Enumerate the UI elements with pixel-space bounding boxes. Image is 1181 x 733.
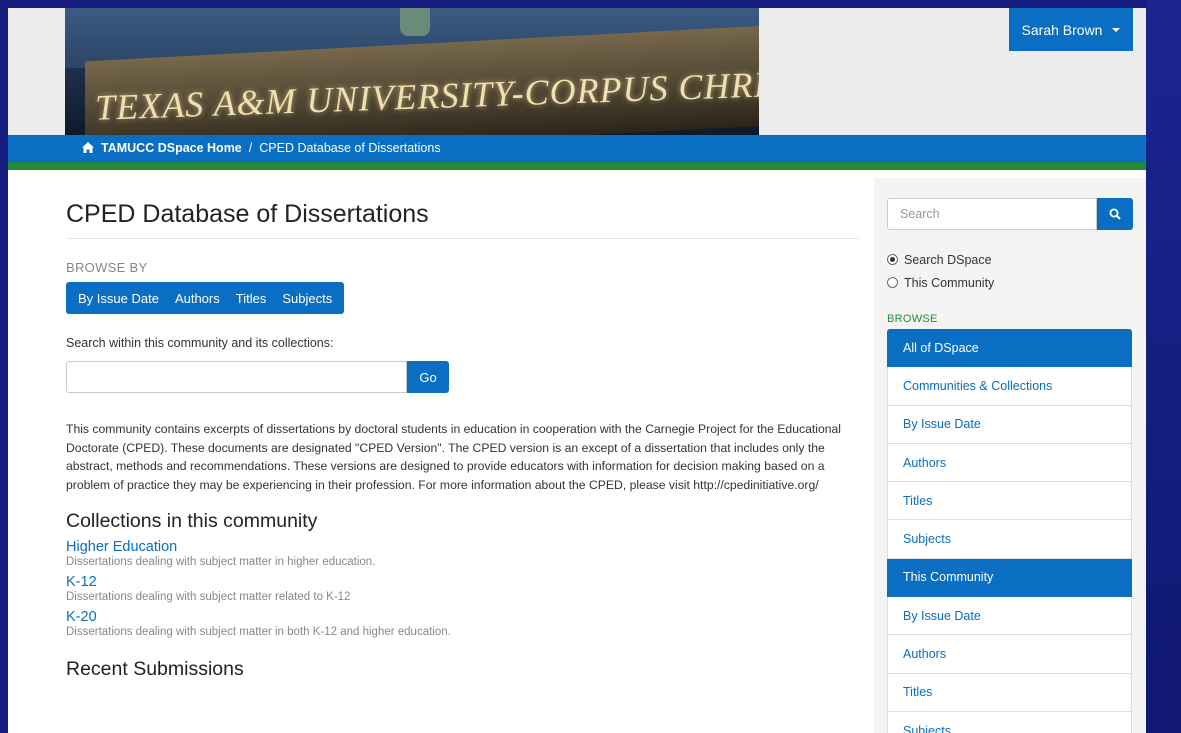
main-content: CPED Database of Dissertations BROWSE BY… bbox=[66, 178, 859, 681]
scope-option-this-community[interactable]: This Community bbox=[887, 271, 994, 294]
sidebar-item-community-by-issue-date[interactable]: By Issue Date bbox=[887, 597, 1132, 636]
sidebar-item-titles[interactable]: Titles bbox=[887, 482, 1132, 521]
collection-description: Dissertations dealing with subject matte… bbox=[66, 626, 451, 639]
sidebar-item-communities-collections[interactable]: Communities & Collections bbox=[887, 367, 1132, 406]
collection-description: Dissertations dealing with subject matte… bbox=[66, 556, 376, 569]
browse-subjects-button[interactable]: Subjects bbox=[274, 291, 344, 306]
user-menu-button[interactable]: Sarah Brown bbox=[1009, 8, 1133, 51]
sidebar-search: Search bbox=[887, 198, 1133, 230]
banner-statue bbox=[400, 8, 430, 36]
caret-down-icon bbox=[1112, 27, 1121, 32]
breadcrumb: TAMUCC DSpace Home / CPED Database of Di… bbox=[8, 135, 1146, 170]
user-name: Sarah Brown bbox=[1021, 21, 1103, 38]
community-search-input[interactable] bbox=[66, 361, 407, 393]
collection-item: K-20 Dissertations dealing with subject … bbox=[66, 609, 859, 638]
community-search-row: Go bbox=[66, 361, 859, 393]
browse-by-issue-date-button[interactable]: By Issue Date bbox=[66, 291, 167, 306]
sidebar-item-all-of-dspace[interactable]: All of DSpace bbox=[887, 329, 1132, 368]
collection-item: K-12 Dissertations dealing with subject … bbox=[66, 574, 859, 603]
breadcrumb-separator: / bbox=[248, 140, 253, 155]
sidebar-search-button[interactable] bbox=[1097, 198, 1133, 230]
breadcrumb-home-label: TAMUCC DSpace Home bbox=[101, 140, 242, 155]
collection-link-k-12[interactable]: K-12 bbox=[66, 574, 859, 590]
sidebar-search-input[interactable]: Search bbox=[887, 198, 1097, 230]
scope-option-search-dspace[interactable]: Search DSpace bbox=[887, 248, 994, 271]
browse-titles-button[interactable]: Titles bbox=[228, 291, 275, 306]
scope-option-label: This Community bbox=[904, 275, 995, 290]
search-scope-options: Search DSpace This Community bbox=[887, 248, 994, 294]
sidebar: Search Search DSpace This Community BROW… bbox=[874, 178, 1146, 733]
browse-by-label: BROWSE BY bbox=[66, 260, 148, 275]
browse-by-buttons: By Issue Date Authors Titles Subjects bbox=[66, 282, 345, 314]
sidebar-item-this-community[interactable]: This Community bbox=[887, 558, 1132, 598]
sidebar-browse-label: BROWSE bbox=[887, 313, 938, 325]
community-search-label: Search within this community and its col… bbox=[66, 336, 334, 350]
collection-link-higher-education[interactable]: Higher Education bbox=[66, 539, 859, 555]
breadcrumb-current: CPED Database of Dissertations bbox=[259, 140, 441, 155]
community-description: This community contains excerpts of diss… bbox=[66, 422, 842, 492]
collections-heading: Collections in this community bbox=[66, 510, 318, 533]
sidebar-item-community-titles[interactable]: Titles bbox=[887, 673, 1132, 712]
browser-page: TEXAS A&M UNIVERSITY-CORPUS CHRISTI Sara… bbox=[8, 8, 1146, 733]
breadcrumb-home[interactable]: TAMUCC DSpace Home bbox=[82, 141, 242, 155]
home-icon bbox=[82, 142, 94, 153]
collection-link-k-20[interactable]: K-20 bbox=[66, 609, 859, 625]
sidebar-item-authors[interactable]: Authors bbox=[887, 443, 1132, 483]
collection-item: Higher Education Dissertations dealing w… bbox=[66, 539, 859, 568]
search-icon bbox=[1109, 208, 1121, 220]
recent-submissions-heading: Recent Submissions bbox=[66, 658, 244, 681]
sidebar-item-by-issue-date[interactable]: By Issue Date bbox=[887, 405, 1132, 444]
sidebar-item-subjects[interactable]: Subjects bbox=[887, 520, 1132, 559]
sidebar-item-community-subjects[interactable]: Subjects bbox=[887, 711, 1132, 733]
sidebar-browse-nav: All of DSpace Communities & Collections … bbox=[887, 329, 1132, 733]
sidebar-item-community-authors[interactable]: Authors bbox=[887, 635, 1132, 674]
page-title: CPED Database of Dissertations bbox=[66, 178, 859, 239]
browse-authors-button[interactable]: Authors bbox=[167, 291, 228, 306]
university-banner[interactable]: TEXAS A&M UNIVERSITY-CORPUS CHRISTI bbox=[65, 8, 759, 135]
radio-selected-icon[interactable] bbox=[887, 254, 898, 265]
go-button[interactable]: Go bbox=[407, 361, 449, 393]
radio-unselected-icon[interactable] bbox=[887, 277, 898, 288]
collection-description: Dissertations dealing with subject matte… bbox=[66, 591, 351, 604]
desktop-background bbox=[1146, 0, 1181, 733]
scope-option-label: Search DSpace bbox=[904, 252, 992, 267]
site-header: TEXAS A&M UNIVERSITY-CORPUS CHRISTI Sara… bbox=[8, 8, 1146, 135]
